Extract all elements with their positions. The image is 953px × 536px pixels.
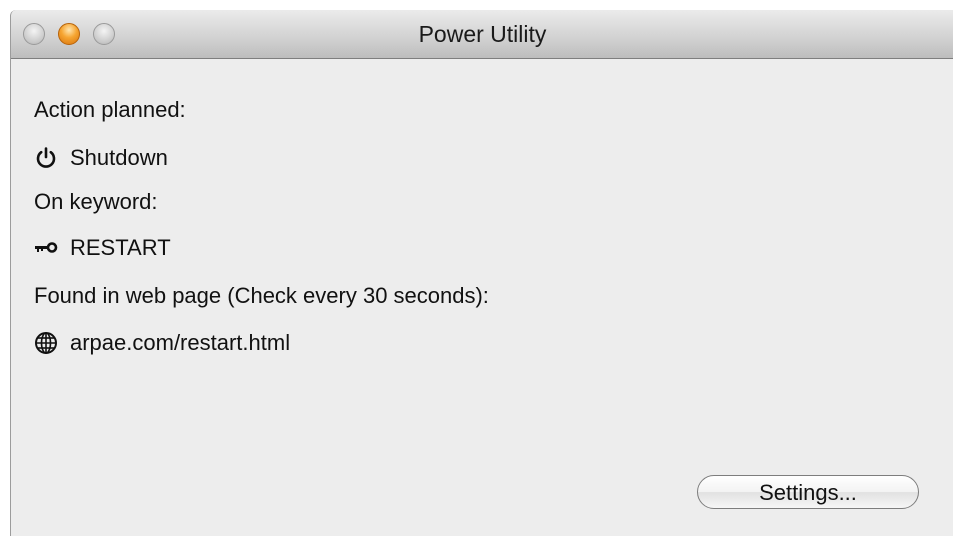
key-icon [35,242,58,253]
power-icon [36,147,56,168]
source-row: arpae.com/restart.html [34,328,290,358]
on-keyword-label: On keyword: [34,189,158,214]
found-in-web-page-label: Found in web page (Check every 30 second… [34,283,489,308]
action-value: Shutdown [70,145,168,170]
action-row: Shutdown [34,143,168,173]
action-planned-label: Action planned: [34,97,186,122]
source-url: arpae.com/restart.html [70,330,291,355]
window-content: Action planned: Shutdown On keyword: RES… [11,58,953,536]
title-bar[interactable]: Power Utility [11,10,953,59]
keyword-row: RESTART [34,233,171,263]
power-utility-window: Power Utility Action planned: Shutdown O… [10,10,953,536]
globe-icon [35,332,57,354]
window-title: Power Utility [418,21,547,47]
settings-button[interactable]: Settings... [697,475,919,509]
keyword-value: RESTART [70,235,171,260]
